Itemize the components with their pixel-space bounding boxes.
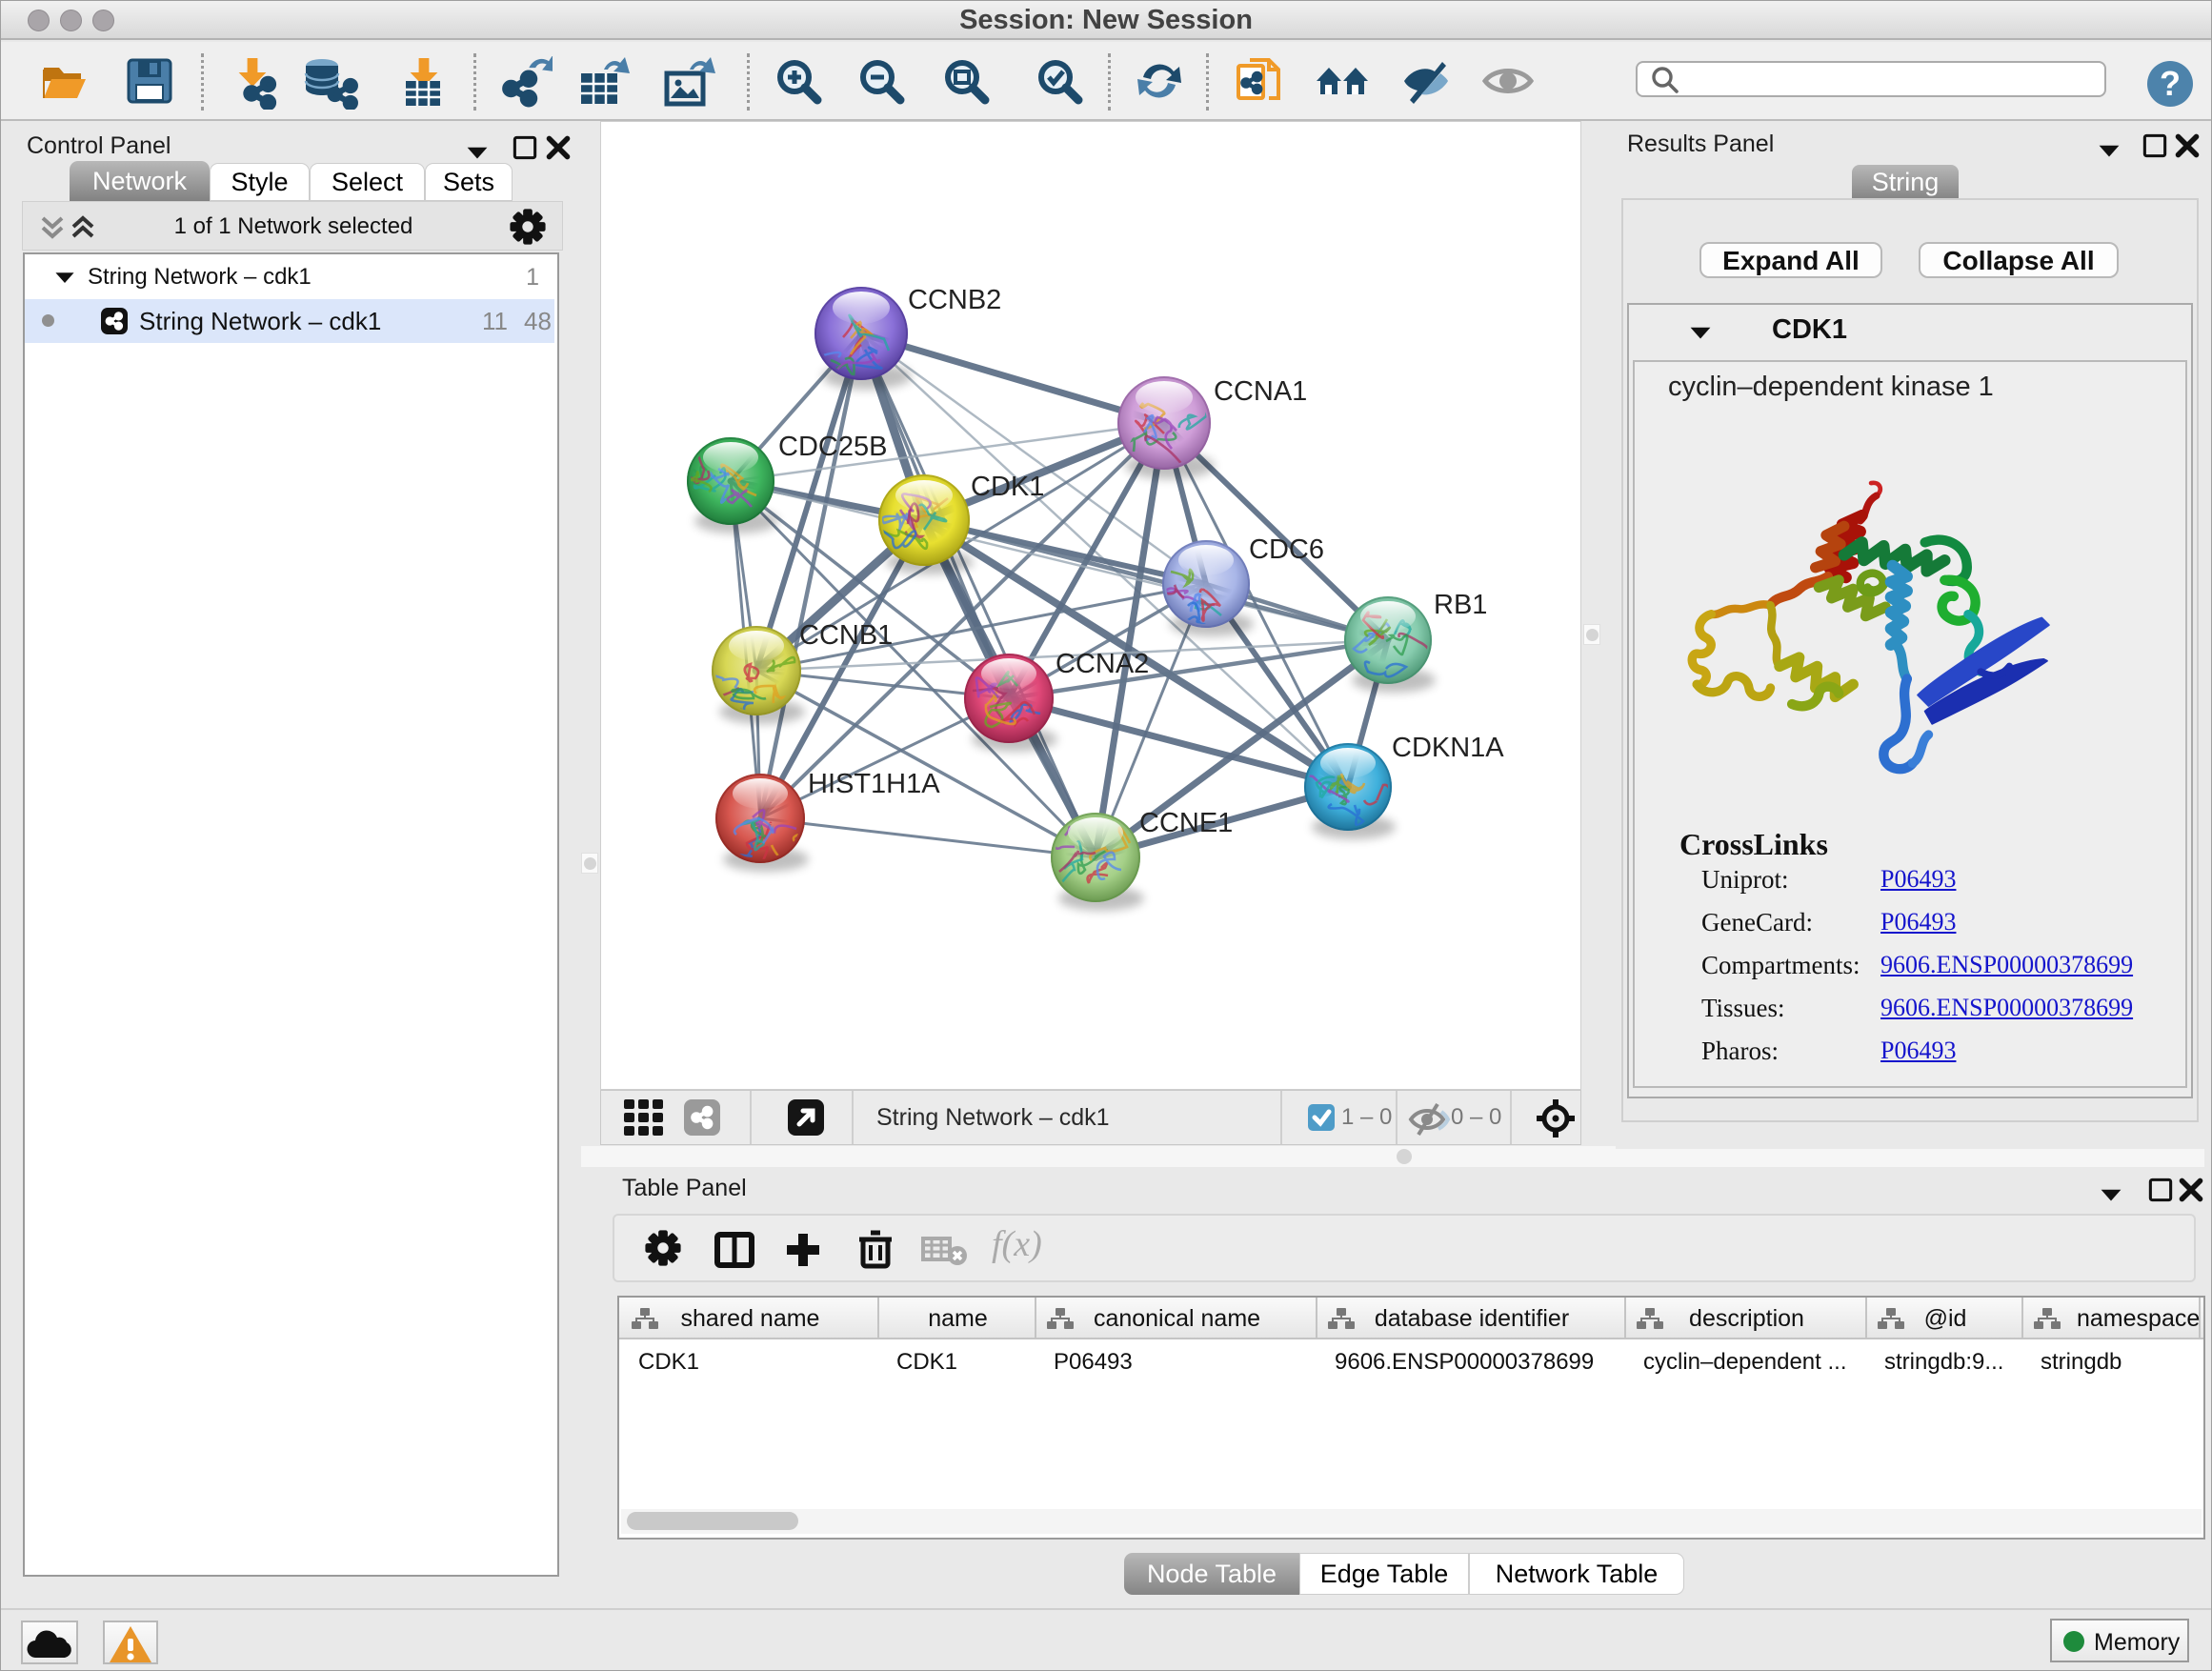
svg-text:CCNA1: CCNA1 [1214, 376, 1307, 407]
svg-text:?: ? [2160, 64, 2181, 103]
svg-text:CDC25B: CDC25B [778, 432, 887, 462]
svg-text:CCNB2: CCNB2 [908, 285, 1001, 315]
svg-text:CDKN1A: CDKN1A [1392, 733, 1504, 763]
svg-text:CCNE1: CCNE1 [1139, 808, 1233, 838]
svg-text:CCNB1: CCNB1 [799, 620, 893, 651]
svg-text:CCNA2: CCNA2 [1056, 649, 1149, 679]
svg-text:CDC6: CDC6 [1249, 534, 1324, 565]
svg-text:HIST1H1A: HIST1H1A [808, 769, 940, 799]
svg-text:RB1: RB1 [1434, 590, 1487, 620]
svg-text:CDK1: CDK1 [971, 472, 1044, 502]
